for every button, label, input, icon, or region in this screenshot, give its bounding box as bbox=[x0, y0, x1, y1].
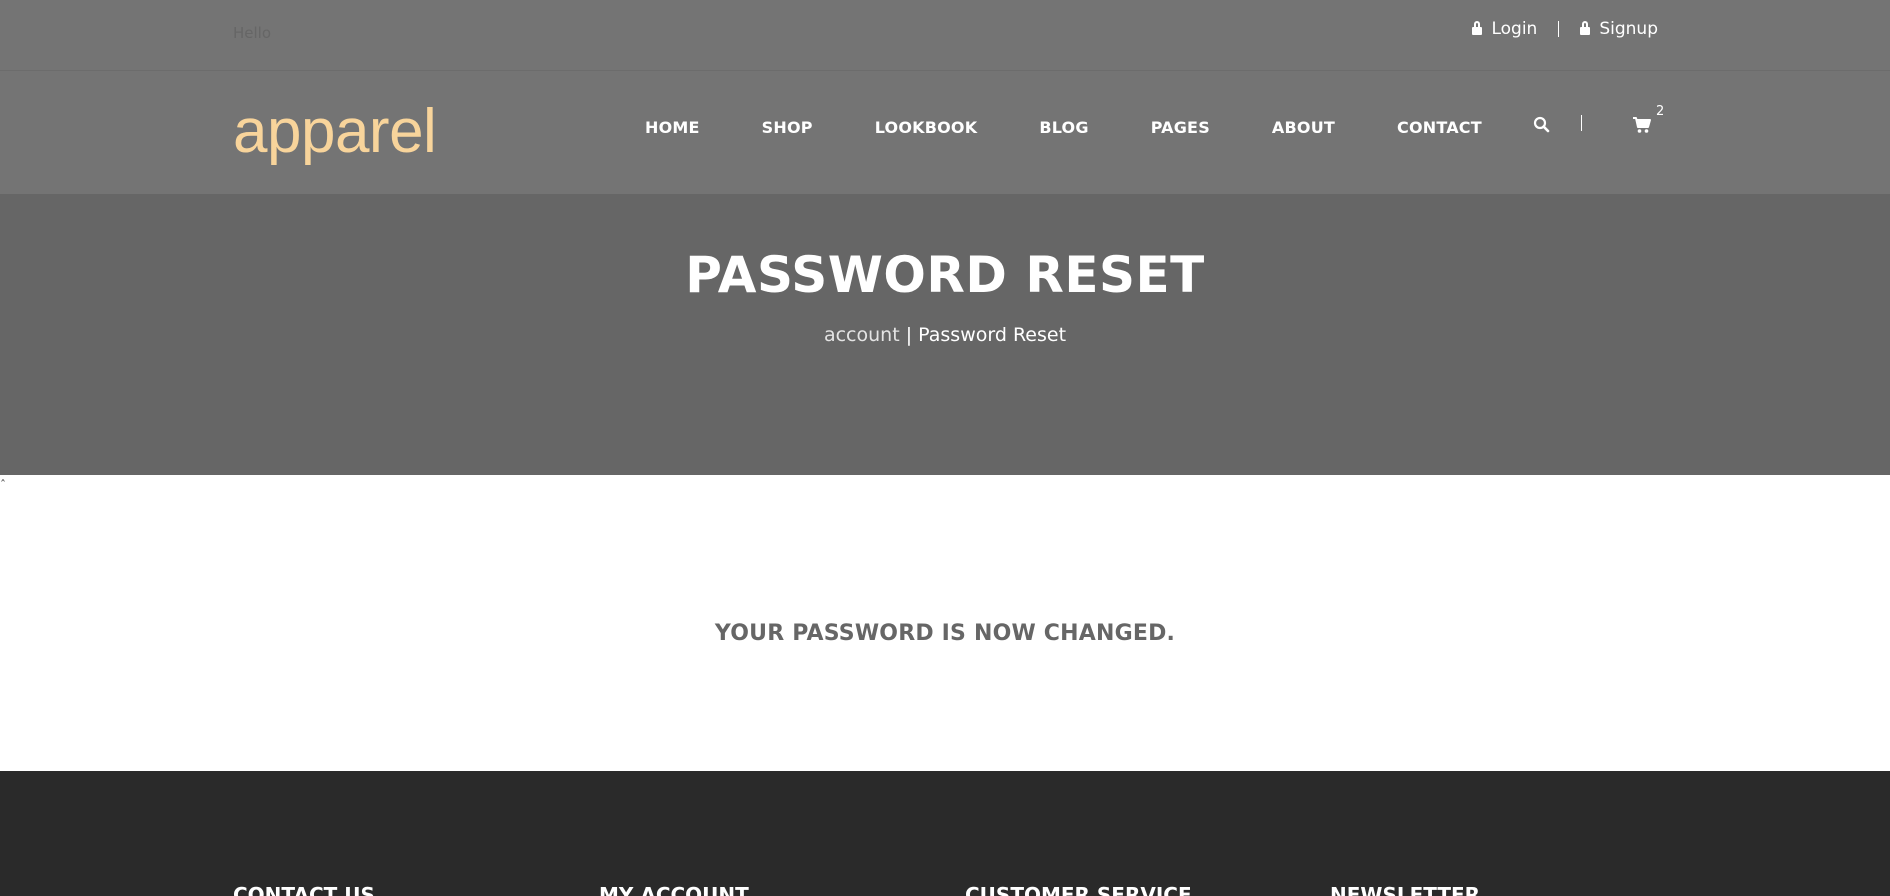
nav-item-shop[interactable]: SHOP bbox=[762, 118, 813, 137]
breadcrumb: account | Password Reset bbox=[0, 324, 1890, 346]
password-changed-message: YOUR PASSWORD IS NOW CHANGED. bbox=[714, 621, 1176, 646]
nav-divider bbox=[1581, 115, 1582, 131]
main-header: apparel HOME SHOP LOOKBOOK BLOG PAGES AB… bbox=[0, 71, 1890, 194]
nav-item-contact[interactable]: CONTACT bbox=[1397, 118, 1482, 137]
footer-heading-customer-service: CUSTOMER SERVICE bbox=[965, 883, 1192, 896]
nav-item-lookbook[interactable]: LOOKBOOK bbox=[875, 118, 978, 137]
lock-icon bbox=[1472, 21, 1483, 35]
breadcrumb-account-link[interactable]: account bbox=[824, 324, 900, 346]
nav-item-about[interactable]: ABOUT bbox=[1272, 118, 1335, 137]
search-icon[interactable] bbox=[1533, 116, 1551, 134]
footer-heading-account: MY ACCOUNT bbox=[599, 883, 749, 896]
lock-icon bbox=[1580, 21, 1591, 35]
login-label: Login bbox=[1491, 19, 1538, 39]
greeting-text: Hello bbox=[233, 24, 272, 42]
nav-item-pages[interactable]: PAGES bbox=[1151, 118, 1210, 137]
signup-link[interactable]: Signup bbox=[1580, 19, 1658, 39]
page-hero: PASSWORD RESET account | Password Reset bbox=[0, 194, 1890, 475]
login-link[interactable]: Login bbox=[1472, 19, 1537, 39]
shopping-cart-icon[interactable] bbox=[1632, 116, 1652, 134]
site-logo[interactable]: apparel bbox=[233, 101, 437, 163]
breadcrumb-current: Password Reset bbox=[918, 324, 1067, 346]
signup-label: Signup bbox=[1599, 19, 1658, 39]
nav-item-blog[interactable]: BLOG bbox=[1039, 118, 1088, 137]
breadcrumb-separator: | bbox=[899, 324, 919, 346]
page-title: PASSWORD RESET bbox=[685, 246, 1205, 304]
cart-count-badge: 2 bbox=[1656, 104, 1665, 119]
footer-heading-newsletter: NEWSLETTER bbox=[1330, 883, 1481, 896]
main-nav: HOME SHOP LOOKBOOK BLOG PAGES ABOUT CONT… bbox=[645, 118, 1482, 137]
auth-links: Login Signup bbox=[1472, 19, 1658, 39]
nav-item-home[interactable]: HOME bbox=[645, 118, 700, 137]
stray-glyph: ˆ bbox=[0, 478, 6, 492]
site-footer: CONTACT US MY ACCOUNT CUSTOMER SERVICE N… bbox=[0, 771, 1890, 896]
auth-divider bbox=[1558, 21, 1560, 37]
top-bar: Hello Login Signup bbox=[0, 0, 1890, 71]
footer-heading-contact: CONTACT US bbox=[233, 883, 375, 896]
